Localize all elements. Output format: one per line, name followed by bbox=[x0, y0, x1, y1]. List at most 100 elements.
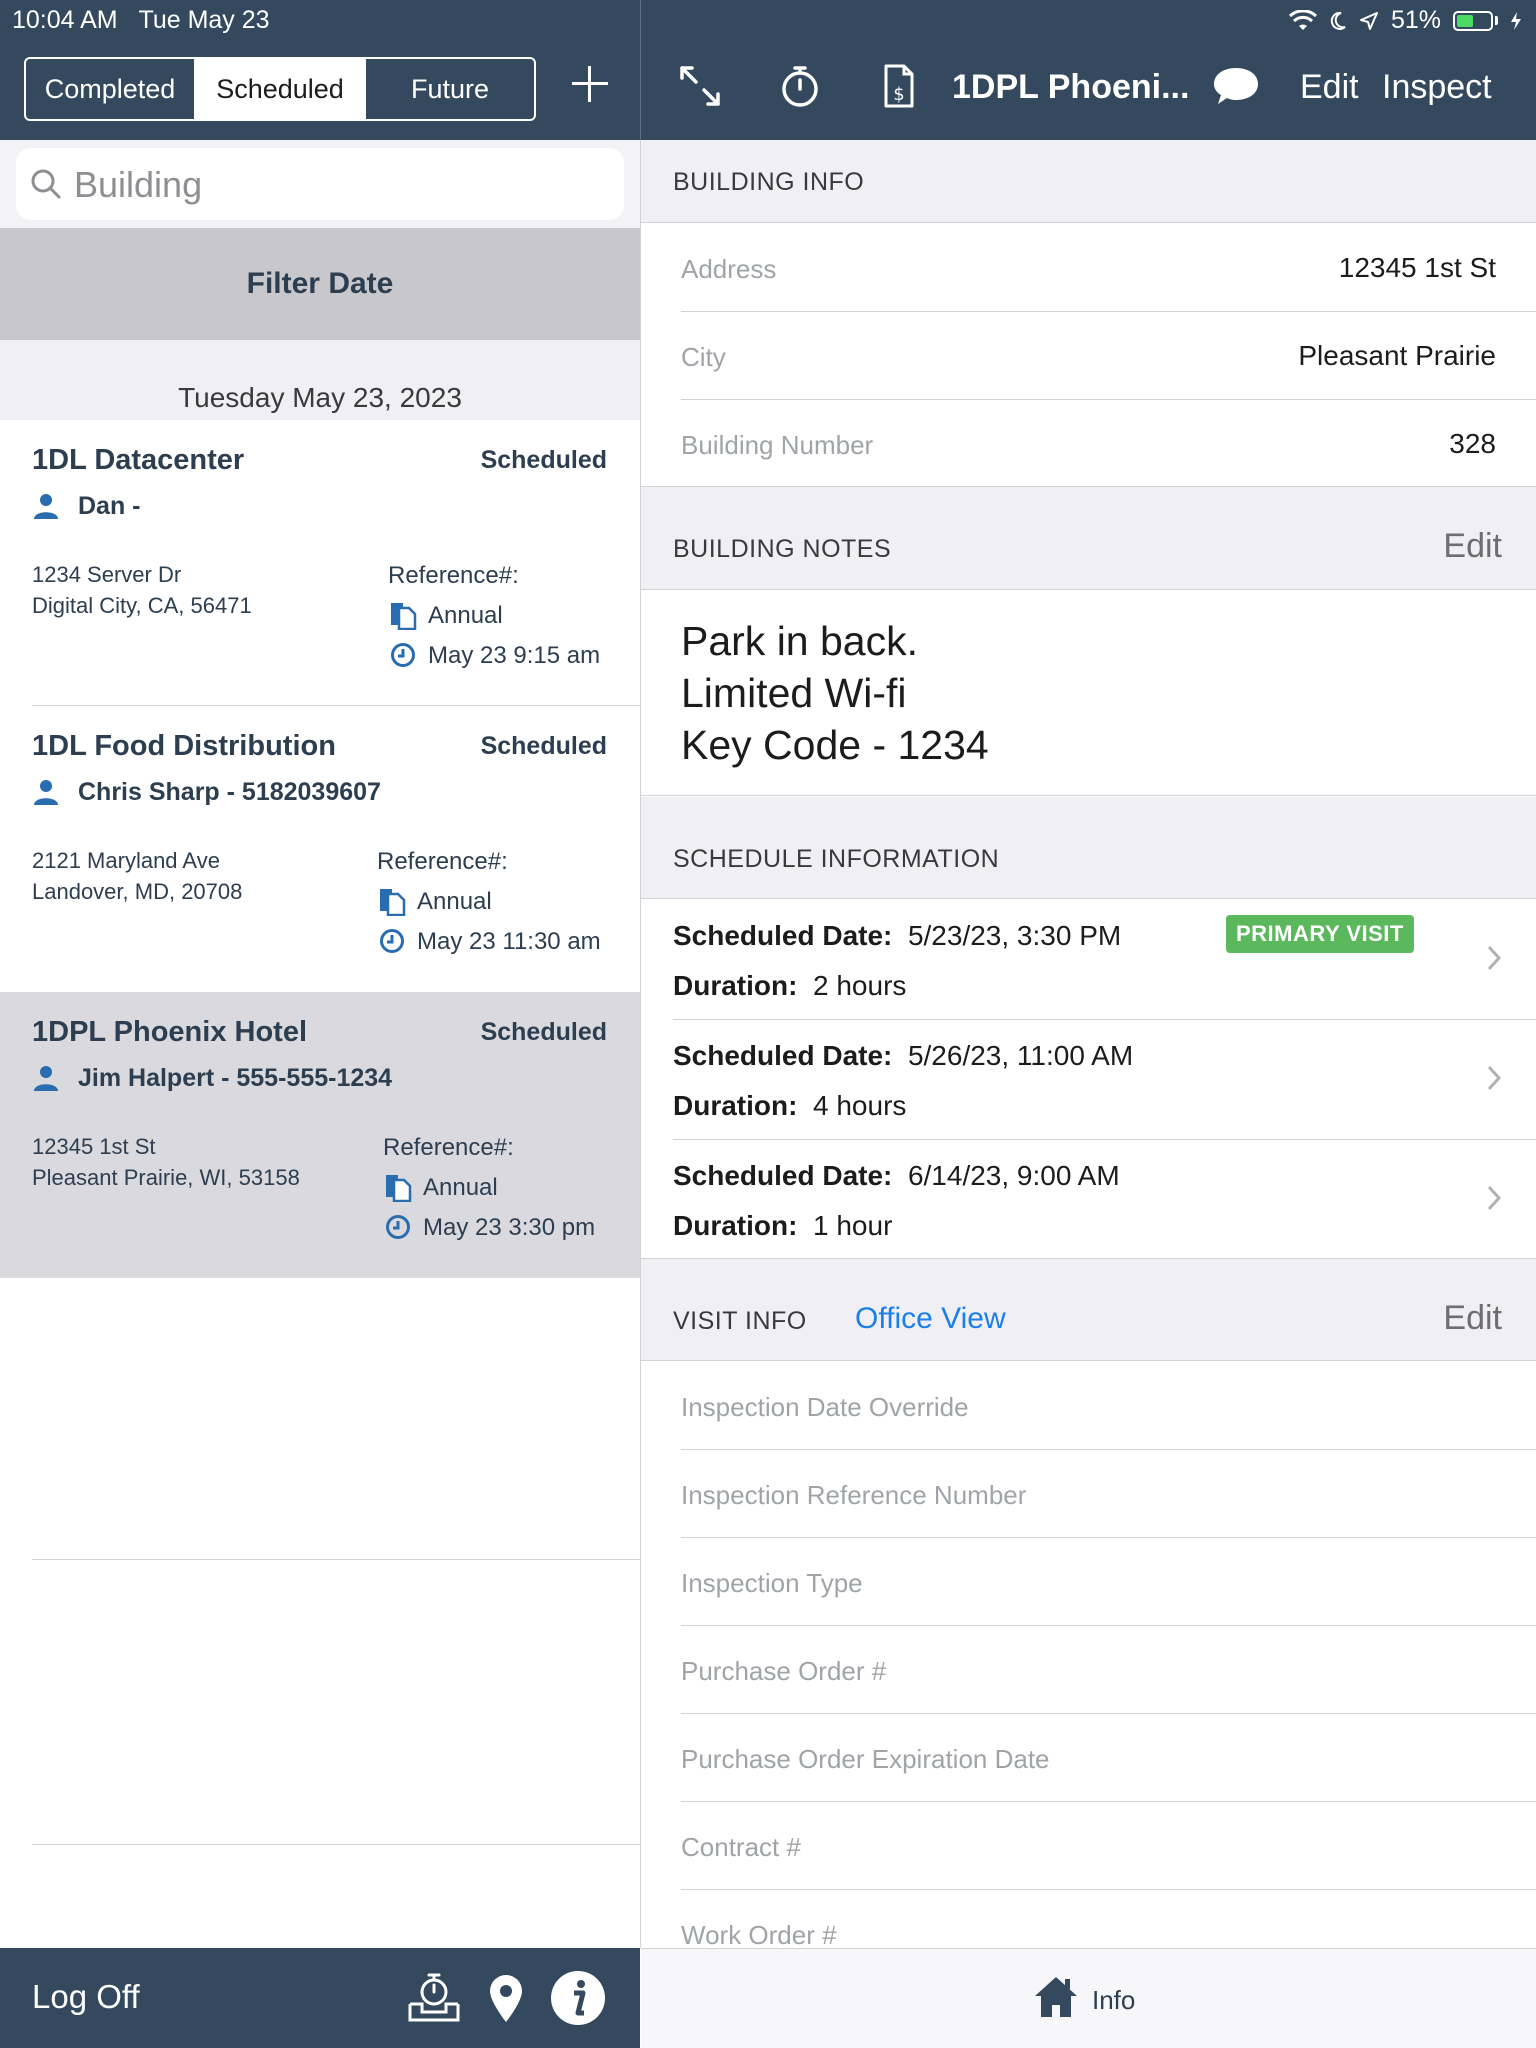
timer-inbox-icon[interactable] bbox=[406, 1970, 462, 2026]
section-title: VISIT INFO bbox=[673, 1307, 807, 1335]
job-reference-label: Reference#: bbox=[383, 1134, 514, 1161]
info-row-building-number: Building Number 328 bbox=[641, 400, 1536, 488]
info-row-city: City Pleasant Prairie bbox=[641, 312, 1536, 400]
charging-bolt-icon bbox=[1511, 11, 1521, 30]
status-icons: 51% bbox=[1288, 6, 1522, 35]
info-row-address: Address 12345 1st St bbox=[641, 224, 1536, 312]
row-label: Building Number bbox=[681, 430, 874, 460]
row-value: Pleasant Prairie bbox=[1298, 340, 1496, 371]
visit-field-row[interactable]: Purchase Order # bbox=[641, 1626, 1536, 1714]
row-value: 328 bbox=[1449, 428, 1496, 459]
building-info-header: BUILDING INFO bbox=[641, 140, 1536, 223]
schedule-row[interactable]: Scheduled Date: 5/23/23, 3:30 PM Duratio… bbox=[641, 900, 1536, 1020]
row-value: 12345 1st St bbox=[1338, 252, 1496, 283]
info-icon[interactable] bbox=[550, 1970, 606, 2026]
nav-title: 1DPL Phoeni... bbox=[952, 68, 1190, 106]
field-label: Purchase Order # bbox=[681, 1656, 887, 1686]
job-contact: Jim Halpert - 555-555-1234 bbox=[78, 1064, 393, 1092]
battery-tip bbox=[1495, 16, 1498, 25]
field-label: Contract # bbox=[681, 1832, 801, 1862]
job-address-line2: Pleasant Prairie, WI, 53158 bbox=[32, 1165, 300, 1190]
home-icon[interactable] bbox=[1033, 1973, 1079, 2019]
note-line: Limited Wi-fi bbox=[681, 670, 907, 716]
job-type: Annual bbox=[417, 888, 492, 915]
job-address-line2: Landover, MD, 20708 bbox=[32, 879, 243, 904]
job-time: May 23 9:15 am bbox=[428, 642, 601, 669]
person-icon bbox=[34, 780, 58, 805]
search-input[interactable]: Building bbox=[16, 148, 624, 220]
field-label: Inspection Type bbox=[681, 1568, 863, 1598]
job-card[interactable]: 1DL Datacenter Scheduled Dan - 1234 Serv… bbox=[0, 420, 640, 706]
invoice-icon[interactable]: $ bbox=[874, 62, 922, 110]
job-reference-label: Reference#: bbox=[388, 562, 519, 589]
job-status: Scheduled bbox=[480, 1018, 607, 1046]
visit-field-row[interactable]: Inspection Date Override bbox=[641, 1362, 1536, 1450]
job-card[interactable]: 1DL Food Distribution Scheduled Chris Sh… bbox=[0, 706, 640, 992]
field-label: Inspection Reference Number bbox=[681, 1480, 1027, 1510]
visit-field-row[interactable]: Inspection Type bbox=[641, 1538, 1536, 1626]
nav-edit-button[interactable]: Edit bbox=[1300, 68, 1359, 107]
primary-visit-badge: PRIMARY VISIT bbox=[1226, 915, 1414, 953]
visit-field-row[interactable]: Contract # bbox=[641, 1802, 1536, 1890]
expand-icon[interactable] bbox=[676, 62, 724, 110]
schedule-row[interactable]: Scheduled Date: 5/26/23, 11:00 AM Durati… bbox=[641, 1020, 1536, 1140]
job-card-selected[interactable]: 1DPL Phoenix Hotel Scheduled Jim Halpert… bbox=[0, 992, 640, 1278]
office-view-link[interactable]: Office View bbox=[855, 1302, 1006, 1336]
schedule-duration: Duration: 1 hour bbox=[673, 1210, 893, 1241]
building-notes-header: BUILDING NOTES Edit bbox=[641, 486, 1536, 590]
stopwatch-icon[interactable] bbox=[776, 62, 824, 110]
row-label: City bbox=[681, 342, 726, 372]
job-time: May 23 11:30 am bbox=[417, 928, 601, 955]
wifi-icon bbox=[1288, 9, 1317, 30]
svg-text:$: $ bbox=[893, 84, 904, 105]
chevron-right-icon bbox=[1487, 945, 1502, 971]
date-section-header: Tuesday May 23, 2023 bbox=[0, 340, 640, 420]
schedule-row[interactable]: Scheduled Date: 6/14/23, 9:00 AM Duratio… bbox=[641, 1140, 1536, 1260]
job-contact: Dan - bbox=[78, 492, 141, 520]
job-title: 1DPL Phoenix Hotel bbox=[32, 1016, 308, 1048]
job-contact: Chris Sharp - 5182039607 bbox=[78, 778, 381, 806]
status-time: 10:04 AM Tue May 23 bbox=[12, 6, 270, 34]
search-bar: Building bbox=[0, 140, 640, 228]
field-label: Purchase Order Expiration Date bbox=[681, 1744, 1050, 1774]
schedule-duration: Duration: 4 hours bbox=[673, 1090, 907, 1121]
schedule-duration: Duration: 2 hours bbox=[673, 970, 907, 1001]
visit-field-row[interactable]: Work Order # bbox=[641, 1890, 1536, 1948]
row-label: Address bbox=[681, 254, 777, 284]
notes-edit-button[interactable]: Edit bbox=[1443, 527, 1502, 566]
segment-future[interactable]: Future bbox=[366, 59, 534, 119]
visit-field-row[interactable]: Inspection Reference Number bbox=[641, 1450, 1536, 1538]
moon-icon bbox=[1330, 11, 1346, 30]
person-icon bbox=[34, 494, 58, 519]
filter-date-button[interactable]: Filter Date bbox=[0, 228, 640, 340]
left-footer: Log Off bbox=[0, 1948, 640, 2048]
segment-scheduled[interactable]: Scheduled bbox=[196, 59, 366, 119]
nav-inspect-button[interactable]: Inspect bbox=[1382, 68, 1492, 107]
battery-icon bbox=[1453, 10, 1493, 31]
section-title: BUILDING INFO bbox=[673, 168, 865, 196]
map-pin-icon[interactable] bbox=[478, 1970, 534, 2026]
info-tab-label[interactable]: Info bbox=[1092, 1985, 1135, 2016]
document-icon bbox=[380, 889, 406, 916]
right-footer: Info bbox=[641, 1948, 1536, 2048]
top-divider bbox=[640, 0, 641, 140]
clock-icon bbox=[386, 1215, 410, 1239]
field-label: Work Order # bbox=[681, 1920, 837, 1948]
job-address-line1: 2121 Maryland Ave bbox=[32, 848, 220, 873]
visit-edit-button[interactable]: Edit bbox=[1443, 1299, 1502, 1338]
job-reference-label: Reference#: bbox=[377, 848, 508, 875]
visit-info-header: VISIT INFO Office View Edit bbox=[641, 1258, 1536, 1361]
schedule-info-header: SCHEDULE INFORMATION bbox=[641, 797, 1536, 899]
chevron-right-icon bbox=[1487, 1185, 1502, 1211]
job-type: Annual bbox=[428, 602, 503, 629]
schedule-date: Scheduled Date: 5/23/23, 3:30 PM bbox=[673, 920, 1122, 951]
job-status: Scheduled bbox=[480, 446, 607, 474]
chat-bubble-icon[interactable] bbox=[1212, 62, 1260, 110]
chevron-right-icon bbox=[1487, 1065, 1502, 1091]
logoff-button[interactable]: Log Off bbox=[32, 1978, 140, 2016]
visit-field-row[interactable]: Purchase Order Expiration Date bbox=[641, 1714, 1536, 1802]
add-icon[interactable] bbox=[568, 62, 612, 106]
schedule-date: Scheduled Date: 5/26/23, 11:00 AM bbox=[673, 1040, 1134, 1071]
segment-completed[interactable]: Completed bbox=[26, 59, 196, 119]
building-notes-text: Park in back. Limited Wi-fi Key Code - 1… bbox=[641, 590, 1536, 796]
